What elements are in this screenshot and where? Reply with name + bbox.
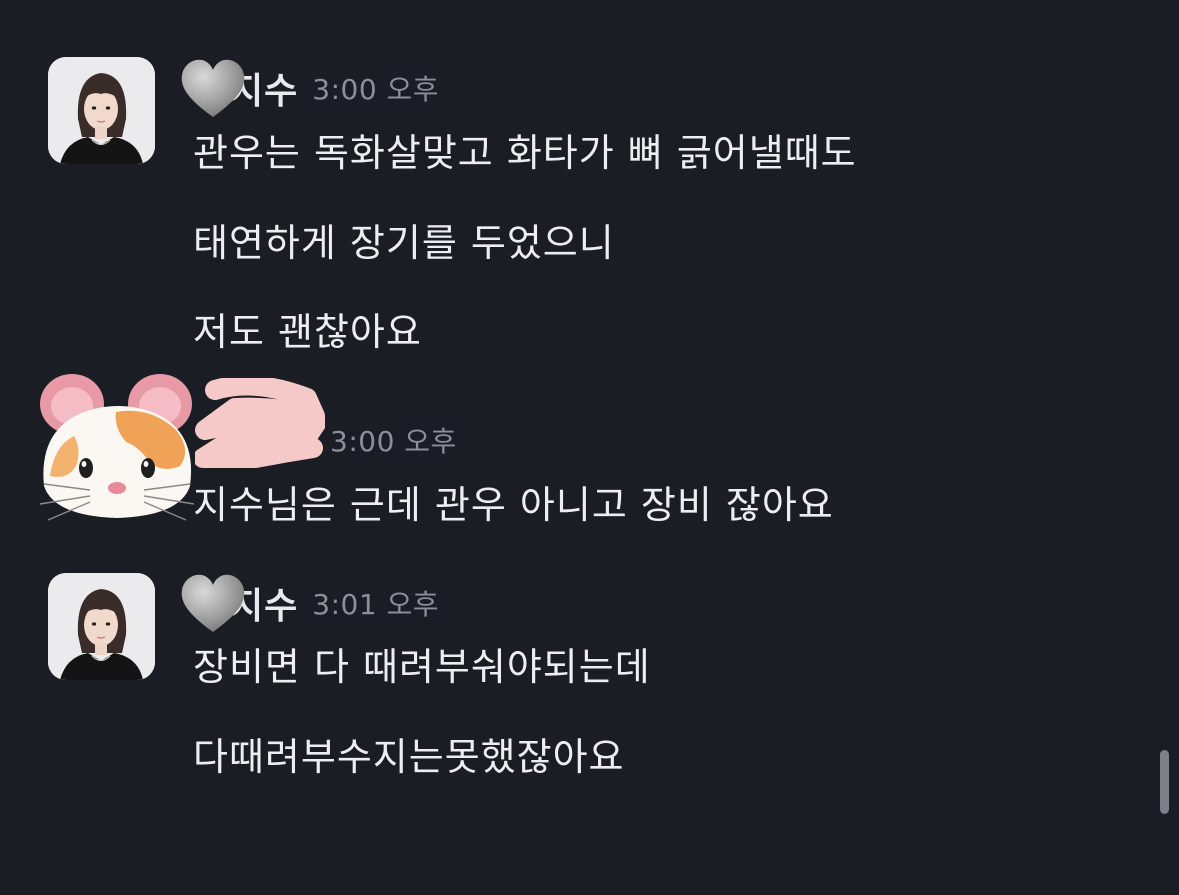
message-text: 저도 괜찮아요 (193, 310, 422, 354)
grey-heart-icon (181, 574, 245, 632)
scrollbar-thumb[interactable] (1160, 750, 1169, 814)
message-header: 지수 3:01 오후 (178, 573, 439, 633)
message-timestamp: 3:00 오후 (330, 425, 457, 458)
grey-heart-icon (181, 59, 245, 117)
message-text: 지수님은 근데 관우 아니고 장비 잖아요 (193, 483, 834, 527)
message-header: 지수 3:00 오후 (178, 58, 439, 118)
message-text: 장비면 다 때려부숴야되는데 (193, 645, 651, 689)
message-timestamp: 3:01 오후 (312, 588, 440, 621)
user-avatar[interactable] (48, 57, 155, 164)
message-text: 관우는 독화살맞고 화타가 뼈 긁어낼때도 (193, 131, 857, 175)
chat-message-list: 지수 3:00 오후 관우는 독화살맞고 화타가 뼈 긁어낼때도 태연하게 장기… (0, 0, 1179, 895)
redaction-scribble (195, 378, 325, 468)
message-timestamp: 3:00 오후 (312, 73, 440, 106)
user-avatar[interactable] (48, 573, 155, 680)
message-text: 다때려부수지는못했잖아요 (193, 735, 625, 779)
message-text: 태연하게 장기를 두었으니 (193, 221, 615, 265)
hamster-face-emoji[interactable] (30, 366, 205, 536)
